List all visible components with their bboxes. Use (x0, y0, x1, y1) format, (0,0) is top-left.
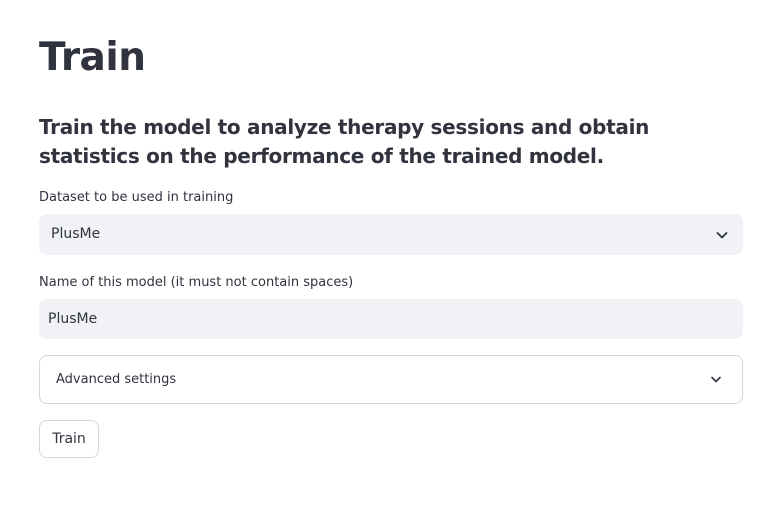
model-name-input[interactable] (39, 299, 743, 339)
advanced-settings-label: Advanced settings (56, 372, 177, 387)
page-title: Train (39, 35, 146, 80)
advanced-settings-expander[interactable]: Advanced settings (39, 355, 743, 404)
chevron-down-icon (711, 376, 721, 383)
dataset-select[interactable]: PlusMe (39, 214, 743, 255)
dataset-select-label: Dataset to be used in training (39, 190, 234, 205)
model-name-label: Name of this model (it must not contain … (39, 275, 354, 290)
train-button[interactable]: Train (39, 420, 99, 458)
page-subtitle: Train the model to analyze therapy sessi… (39, 115, 650, 168)
chevron-down-icon (716, 232, 728, 239)
dataset-select-value: PlusMe (51, 226, 101, 242)
train-page: Train Train the model to analyze therapy… (0, 0, 783, 506)
